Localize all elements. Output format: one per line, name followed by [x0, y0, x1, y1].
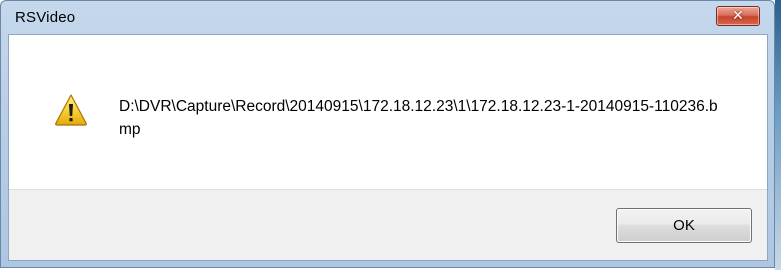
close-icon: ✕: [732, 8, 744, 24]
message-text: D:\DVR\Capture\Record\20140915\172.18.12…: [119, 98, 718, 138]
title-bar[interactable]: RSVideo ✕: [1, 1, 774, 35]
ok-button[interactable]: OK: [616, 208, 752, 243]
button-bar: OK: [9, 190, 767, 260]
close-button[interactable]: ✕: [716, 6, 760, 26]
message-area: D:\DVR\Capture\Record\20140915\172.18.12…: [9, 35, 767, 190]
desktop-background: [775, 0, 781, 270]
warning-icon: [55, 94, 87, 126]
dialog-client-area: D:\DVR\Capture\Record\20140915\172.18.12…: [8, 34, 768, 261]
message-box-window: RSVideo ✕ D:\DVR\Capture\Record\20140915…: [0, 0, 775, 268]
window-title: RSVideo: [15, 9, 76, 26]
